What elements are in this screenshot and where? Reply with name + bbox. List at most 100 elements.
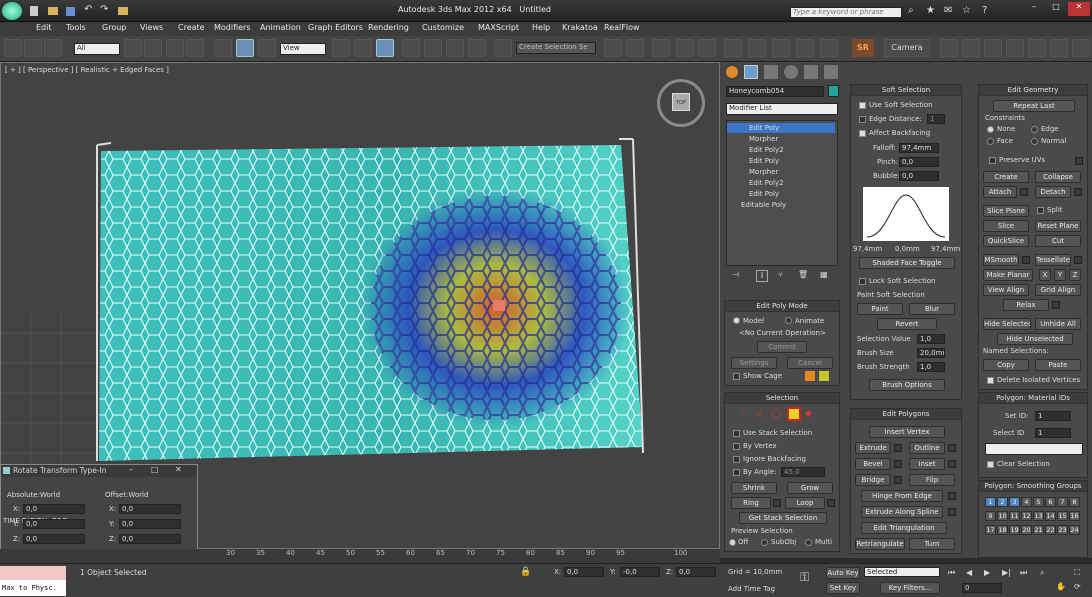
slice-button[interactable]: Slice	[983, 220, 1029, 232]
smoothing-group-button[interactable]: 2	[997, 497, 1008, 507]
outline-button[interactable]: Outline	[909, 442, 945, 454]
smoothing-group-button[interactable]: 13	[1033, 511, 1044, 521]
flip-button[interactable]: Flip	[909, 474, 955, 486]
orbit-icon[interactable]: ⟳	[1074, 582, 1081, 591]
stack-item-edit-poly[interactable]: Edit Poly	[727, 123, 835, 133]
lock-soft-selection-checkbox[interactable]	[859, 278, 866, 285]
tessellate-button[interactable]: Tessellate	[1035, 254, 1071, 266]
relax-button[interactable]: Relax	[1003, 299, 1049, 311]
vray-sun-icon[interactable]	[1006, 39, 1024, 57]
smoothing-group-button[interactable]: 9	[985, 511, 996, 521]
create-button[interactable]: Create	[983, 171, 1029, 183]
sr-button[interactable]: SR	[852, 39, 874, 57]
insert-vertex-button[interactable]: Insert Vertex	[869, 426, 945, 438]
menu-krakatoa[interactable]: Krakatoa	[562, 23, 598, 32]
y-coord-field[interactable]: -0,0	[620, 567, 660, 577]
menu-animation[interactable]: Animation	[260, 23, 301, 32]
animate-radio[interactable]	[785, 317, 792, 324]
cage-color-2[interactable]	[819, 371, 829, 381]
abs-z-field[interactable]: 0,0	[23, 534, 85, 544]
border-subobject-icon[interactable]: ◯	[771, 409, 781, 419]
edge-distance-field[interactable]: 1	[927, 114, 945, 124]
menu-realflow[interactable]: RealFlow	[604, 23, 640, 32]
revert-button[interactable]: Revert	[877, 318, 937, 330]
smoothing-group-button[interactable]: 18	[997, 525, 1008, 535]
edit-named-selection-icon[interactable]	[494, 39, 512, 57]
extrude-spline-settings-icon[interactable]	[948, 508, 956, 516]
make-unique-icon[interactable]: ⑂	[778, 270, 783, 279]
pin-stack-icon[interactable]: ⊣	[732, 270, 739, 279]
stack-item-morpher[interactable]: Morpher	[727, 167, 835, 177]
camera-button[interactable]: Camera	[884, 39, 930, 57]
select-object-icon[interactable]	[124, 39, 142, 57]
element-subobject-icon[interactable]: ◆	[805, 409, 812, 419]
preserve-uvs-settings-icon[interactable]	[1075, 157, 1083, 165]
maximize-icon[interactable]: □	[1046, 2, 1066, 16]
preserve-uvs-checkbox[interactable]	[989, 157, 996, 164]
rollout-title[interactable]: Edit Polygons	[851, 409, 961, 420]
mirror-icon[interactable]	[604, 39, 622, 57]
lock-selection-icon[interactable]: 🔒	[520, 567, 531, 577]
key-mode-icon[interactable]: ⚿	[800, 570, 809, 585]
stack-item-edit-poly[interactable]: Edit Poly	[727, 189, 835, 199]
selection-value-field[interactable]: 1,0	[917, 334, 945, 344]
smoothing-group-button[interactable]: 3	[1009, 497, 1020, 507]
utilities-tab-icon[interactable]	[824, 65, 838, 79]
key-selection-dropdown[interactable]: Selected	[864, 567, 940, 577]
modifier-stack[interactable]: Edit Poly Morpher Edit Poly2 Edit Poly M…	[726, 120, 838, 266]
select-and-link-icon[interactable]	[24, 39, 42, 57]
vray-light-icon[interactable]	[984, 39, 1002, 57]
smoothing-group-button[interactable]: 14	[1045, 511, 1056, 521]
paint-button[interactable]: Paint	[857, 303, 903, 315]
preview-off-radio[interactable]	[729, 539, 736, 546]
auto-key-button[interactable]: Auto Key	[826, 567, 860, 579]
percent-snap-icon[interactable]	[446, 39, 464, 57]
vray-frame-buffer-icon[interactable]	[962, 39, 980, 57]
menu-views[interactable]: Views	[140, 23, 163, 32]
brush-options-button[interactable]: Brush Options	[869, 379, 945, 391]
smoothing-group-button[interactable]: 21	[1033, 525, 1044, 535]
vray-fur-icon[interactable]	[1050, 39, 1068, 57]
reset-plane-button[interactable]: Reset Plane	[1035, 220, 1081, 232]
brush-strength-field[interactable]: 1,0	[917, 362, 945, 372]
bevel-settings-icon[interactable]	[894, 460, 902, 468]
dialog-maximize-icon[interactable]: □	[151, 465, 159, 474]
close-icon[interactable]: ✕	[1068, 2, 1090, 16]
schematic-view-icon[interactable]	[724, 39, 742, 57]
smoothing-group-button[interactable]: 15	[1057, 511, 1068, 521]
menu-group[interactable]: Group	[102, 23, 126, 32]
reference-coordinate-dropdown[interactable]: View	[280, 43, 326, 55]
msmooth-settings-icon[interactable]	[1022, 256, 1030, 264]
subscription-icon[interactable]: ★	[926, 5, 935, 16]
bridge-settings-icon[interactable]	[894, 476, 902, 484]
attach-button[interactable]: Attach	[983, 186, 1017, 198]
by-angle-checkbox[interactable]	[733, 469, 740, 476]
detach-settings-icon[interactable]	[1074, 188, 1082, 196]
set-key-button[interactable]: Set Key	[826, 582, 860, 594]
smoothing-group-button[interactable]: 10	[997, 511, 1008, 521]
menu-edit[interactable]: Edit	[36, 23, 52, 32]
off-x-field[interactable]: 0,0	[119, 504, 181, 514]
script-listener-field[interactable]	[0, 566, 66, 580]
copy-button[interactable]: Copy	[983, 359, 1029, 371]
hide-unselected-button[interactable]: Hide Unselected	[997, 333, 1073, 345]
use-stack-selection-checkbox[interactable]	[733, 430, 740, 437]
layer-manager-icon[interactable]	[652, 39, 670, 57]
help-icon[interactable]: ?	[982, 5, 987, 16]
menu-tools[interactable]: Tools	[66, 23, 86, 32]
create-tab-icon[interactable]	[726, 66, 738, 78]
smoothing-group-button[interactable]: 22	[1045, 525, 1056, 535]
outline-settings-icon[interactable]	[948, 444, 956, 452]
modify-tab-icon[interactable]	[744, 65, 758, 79]
falloff-field[interactable]: 97,4mm	[899, 143, 939, 153]
vray-render-icon[interactable]	[940, 39, 958, 57]
rollout-title[interactable]: Soft Selection	[851, 85, 961, 96]
grid-align-button[interactable]: Grid Align	[1035, 284, 1081, 296]
add-time-tag[interactable]: Add Time Tag	[728, 585, 775, 593]
cancel-button[interactable]: Cancel	[787, 357, 833, 369]
bevel-button[interactable]: Bevel	[855, 458, 891, 470]
play-icon[interactable]: ▶	[984, 568, 990, 577]
spinner-snap-icon[interactable]	[468, 39, 486, 57]
inset-settings-icon[interactable]	[948, 460, 956, 468]
selection-filter-dropdown[interactable]: All	[74, 43, 120, 55]
